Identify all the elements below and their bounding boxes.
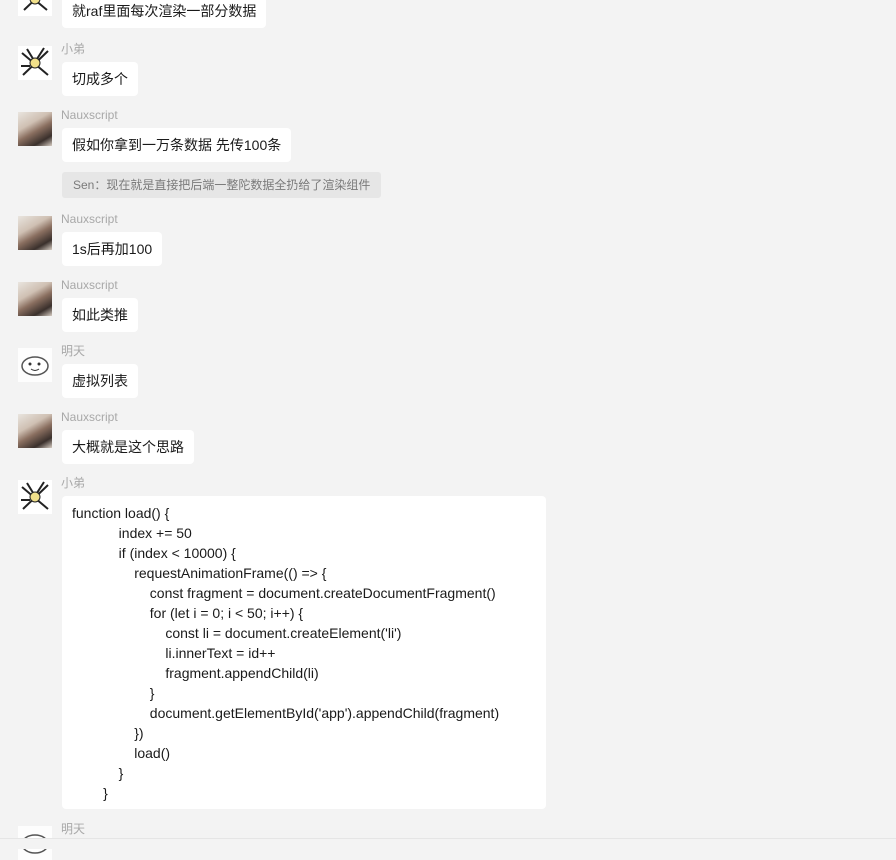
- code-line: function load() {: [72, 505, 170, 521]
- code-line: }: [72, 785, 108, 801]
- sender-name: Nauxscript: [61, 410, 118, 424]
- mingtian-avatar[interactable]: [18, 348, 52, 382]
- sender-name: 小弟: [61, 42, 86, 56]
- sender-name: Nauxscript: [61, 212, 118, 226]
- sender-name: Nauxscript: [61, 108, 118, 122]
- nauxscript-avatar[interactable]: [18, 414, 52, 448]
- code-line: }: [72, 765, 124, 781]
- message-bubble[interactable]: 1s后再加100: [62, 232, 163, 266]
- code-message-bubble[interactable]: function load() { index += 50 if (index …: [62, 496, 546, 809]
- nauxscript-avatar[interactable]: [18, 112, 52, 146]
- code-line: li.innerText = id++: [72, 645, 276, 661]
- sender-name: Nauxscript: [61, 278, 118, 292]
- xiaodi-avatar[interactable]: [18, 480, 52, 514]
- code-line: index += 50: [72, 525, 192, 541]
- chat-bottom-divider: [0, 838, 896, 849]
- sender-name: 明天: [61, 822, 86, 836]
- nauxscript-avatar[interactable]: [18, 216, 52, 250]
- code-line: const fragment = document.createDocument…: [72, 585, 496, 601]
- message-bubble[interactable]: 切成多个: [62, 62, 138, 96]
- code-line: load(): [72, 745, 171, 761]
- nauxscript-avatar[interactable]: [18, 282, 52, 316]
- code-line: const li = document.createElement('li'): [72, 625, 402, 641]
- message-bubble[interactable]: 如此类推: [62, 298, 138, 332]
- quoted-message[interactable]: Sen：现在就是直接把后端一整陀数据全扔给了渲染组件: [62, 172, 382, 198]
- chat-message-list[interactable]: 就raf里面每次渲染一部分数据 小弟 切成多个 Nauxscript 假如你拿到…: [0, 0, 896, 860]
- xiaodi-avatar[interactable]: [18, 0, 52, 16]
- code-line: document.getElementById('app').appendChi…: [72, 705, 500, 721]
- code-line: }): [72, 725, 144, 741]
- code-line: for (let i = 0; i < 50; i++) {: [72, 605, 304, 621]
- sender-name: 小弟: [61, 476, 86, 490]
- xiaodi-avatar[interactable]: [18, 46, 52, 80]
- code-line: }: [72, 685, 155, 701]
- code-line: if (index < 10000) {: [72, 545, 236, 561]
- code-line: fragment.appendChild(li): [72, 665, 319, 681]
- message-bubble[interactable]: 假如你拿到一万条数据 先传100条: [62, 128, 292, 162]
- code-line: requestAnimationFrame(() => {: [72, 565, 327, 581]
- message-bubble[interactable]: 就raf里面每次渲染一部分数据: [62, 0, 267, 28]
- sender-name: 明天: [61, 344, 86, 358]
- message-bubble[interactable]: 大概就是这个思路: [62, 430, 194, 464]
- message-bubble[interactable]: 虚拟列表: [62, 364, 138, 398]
